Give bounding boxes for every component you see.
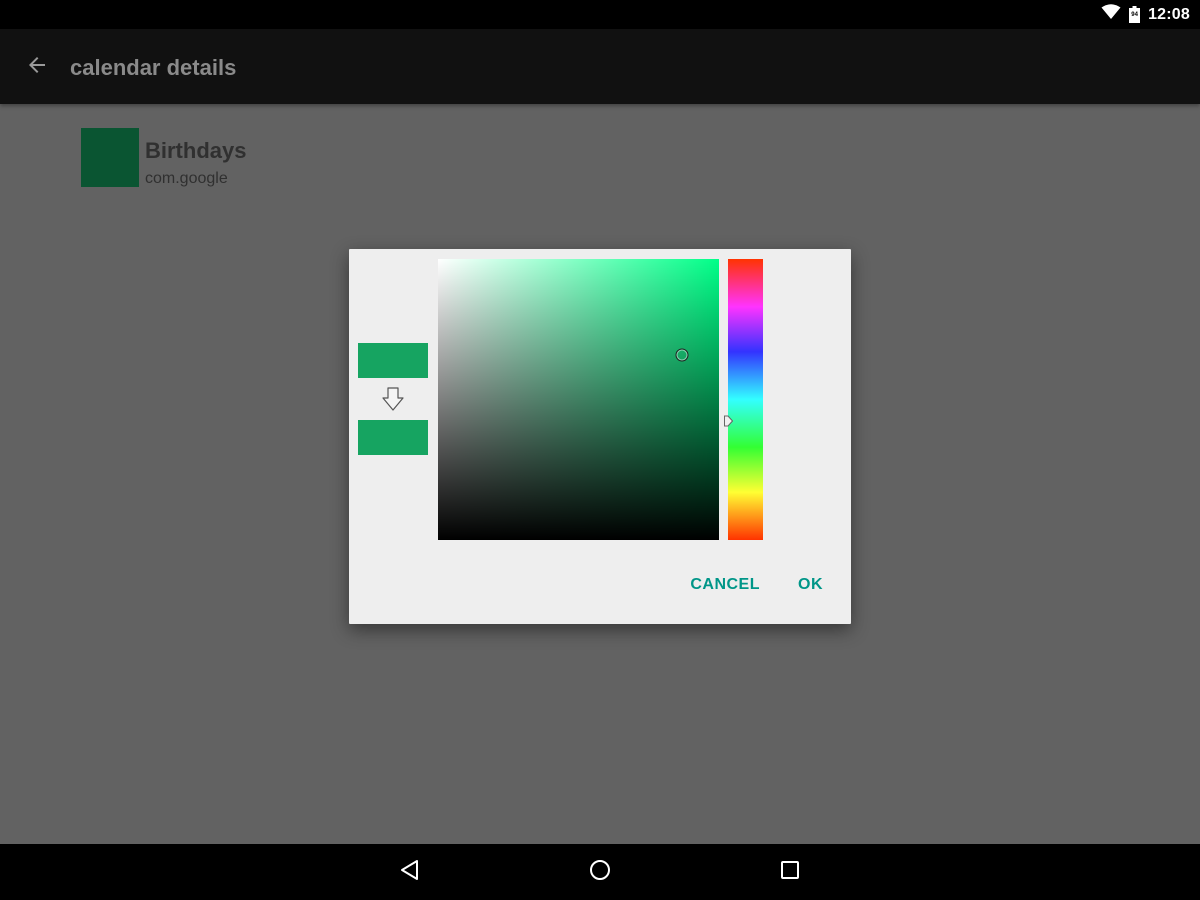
wifi-icon (1101, 4, 1121, 25)
new-color-swatch (358, 420, 428, 455)
app-bar: calendar details (0, 29, 1200, 104)
dialog-actions: CANCEL OK (682, 572, 831, 598)
status-bar: 94 12:08 (0, 0, 1200, 29)
arrow-back-icon (25, 53, 49, 82)
nav-home-button[interactable] (580, 852, 620, 892)
back-triangle-icon (399, 859, 421, 886)
home-circle-icon (589, 859, 611, 886)
arrow-down-icon (380, 386, 406, 412)
status-icons: 94 12:08 (1101, 0, 1190, 29)
page-title: calendar details (70, 55, 237, 80)
screen: 94 12:08 calendar details Birthdays com.… (0, 0, 1200, 900)
recents-square-icon (780, 860, 800, 885)
nav-recents-button[interactable] (770, 852, 810, 892)
navigation-bar (0, 844, 1200, 900)
calendar-color-swatch[interactable] (81, 128, 139, 187)
battery-level-text: 94 (1131, 12, 1138, 18)
back-button[interactable] (18, 48, 56, 86)
hue-marker-icon[interactable] (724, 414, 734, 427)
cancel-button[interactable]: CANCEL (682, 572, 768, 598)
color-picker-dialog: CANCEL OK (349, 249, 851, 624)
calendar-account: com.google (145, 170, 228, 187)
saturation-value-square[interactable] (438, 259, 719, 540)
old-color-swatch (358, 343, 428, 378)
saturation-value-marker[interactable] (675, 348, 689, 362)
ok-button[interactable]: OK (790, 572, 831, 598)
hue-slider[interactable] (724, 259, 763, 540)
nav-back-button[interactable] (390, 852, 430, 892)
calendar-name: Birthdays (145, 138, 247, 163)
status-time: 12:08 (1148, 5, 1190, 23)
battery-icon: 94 (1129, 6, 1141, 23)
